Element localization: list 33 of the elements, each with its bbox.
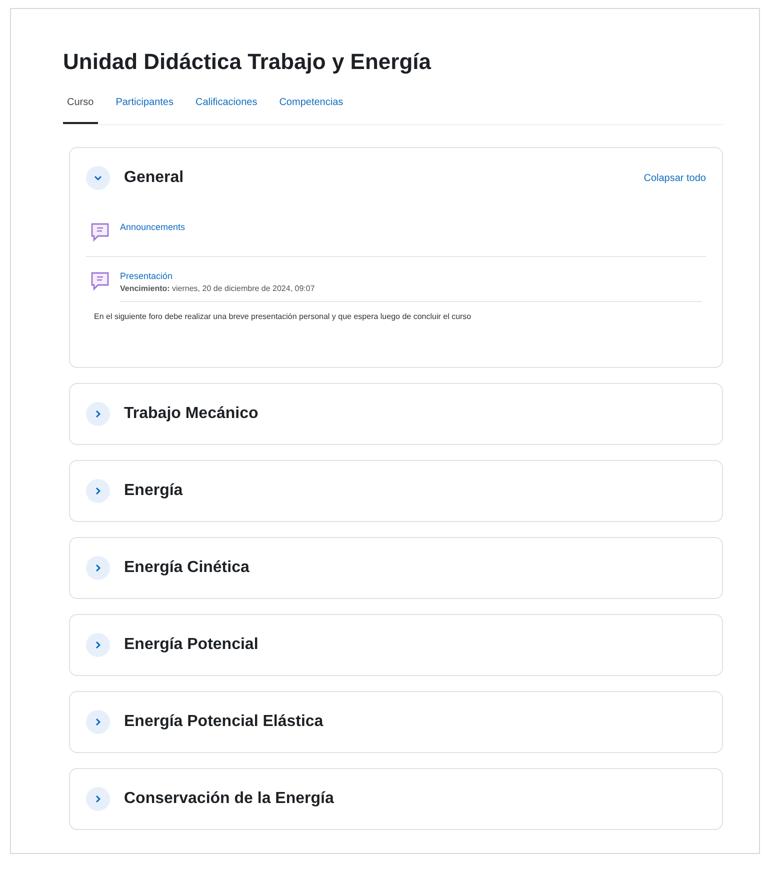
section-title: Energía Potencial Elástica xyxy=(124,713,324,731)
nav-tab[interactable]: Calificaciones xyxy=(192,93,262,124)
due-date: Vencimiento: viernes, 20 de diciembre de 2024, 09:07 xyxy=(120,284,702,302)
forum-icon xyxy=(90,271,110,291)
collapse-button[interactable] xyxy=(86,166,110,190)
activity-link[interactable]: Announcements xyxy=(120,222,702,232)
section-title: General xyxy=(124,169,184,187)
chevron-right-icon xyxy=(93,794,103,804)
nav-tab[interactable]: Competencias xyxy=(275,93,348,124)
expand-button[interactable] xyxy=(86,710,110,734)
nav-tab[interactable]: Curso xyxy=(63,93,98,124)
section-title: Energía Potencial xyxy=(124,636,258,654)
expand-button[interactable] xyxy=(86,633,110,657)
chevron-right-icon xyxy=(93,717,103,727)
section-title: Conservación de la Energía xyxy=(124,790,334,808)
expand-button[interactable] xyxy=(86,479,110,503)
expand-button[interactable] xyxy=(86,787,110,811)
chevron-right-icon xyxy=(93,563,103,573)
activity-link[interactable]: Presentación xyxy=(120,271,702,281)
section-title: Energía xyxy=(124,482,183,500)
course-title: Unidad Didáctica Trabajo y Energía xyxy=(63,49,432,75)
expand-button[interactable] xyxy=(86,556,110,580)
section-title: Trabajo Mecánico xyxy=(124,405,258,423)
chevron-right-icon xyxy=(93,486,103,496)
chevron-down-icon xyxy=(93,173,103,183)
nav-tab[interactable]: Participantes xyxy=(112,93,178,124)
chevron-right-icon xyxy=(93,409,103,419)
chevron-right-icon xyxy=(93,640,103,650)
forum-icon xyxy=(90,222,110,242)
activity-description: En el siguiente foro debe realizar una breve presentación personal y que espera luego de concluir el curso xyxy=(94,312,472,321)
section-title: Energía Cinética xyxy=(124,559,250,577)
expand-button[interactable] xyxy=(86,402,110,426)
collapse-all-link[interactable]: Colapsar todo xyxy=(644,172,706,184)
